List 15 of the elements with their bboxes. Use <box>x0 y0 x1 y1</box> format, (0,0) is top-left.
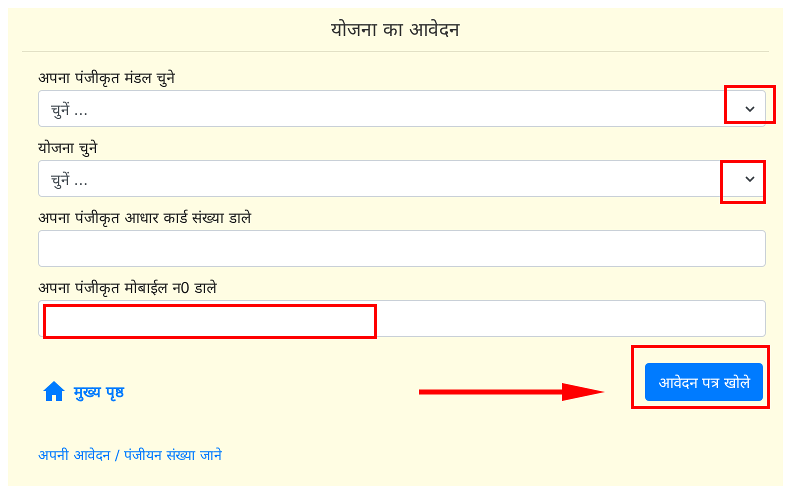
chevron-down-icon <box>745 176 755 182</box>
dropdown[interactable]: चुनें ... <box>38 160 766 197</box>
home-icon <box>42 380 66 402</box>
field-label: योजना चुने <box>38 138 98 159</box>
field-label: अपना पंजीकृत आधार कार्ड संख्या डाले <box>38 208 252 229</box>
submit-button[interactable]: आवेदन पत्र खोले <box>645 363 763 401</box>
form-title: योजना का आवेदन <box>330 18 462 43</box>
input-field[interactable] <box>38 230 766 267</box>
field-label: अपना पंजीकृत मोबाईल न0 डाले <box>38 278 218 299</box>
input-field[interactable] <box>38 300 766 337</box>
chevron-down-icon <box>745 106 755 112</box>
field-label: अपना पंजीकृत मंडल चुने <box>38 68 176 89</box>
dropdown[interactable]: चुनें ... <box>38 90 766 127</box>
home-link[interactable]: मुख्य पृष्ठ <box>42 380 124 402</box>
footer-link[interactable]: अपनी आवेदन / पंजीयन संख्या जाने <box>38 445 222 464</box>
